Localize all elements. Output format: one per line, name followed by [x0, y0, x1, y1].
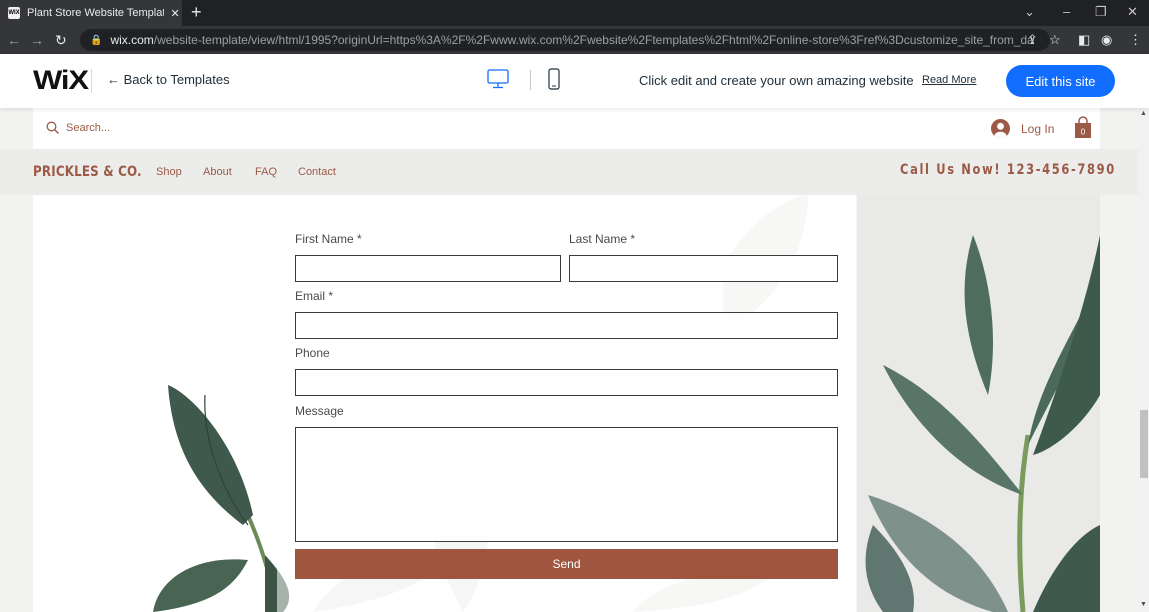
contact-form: First Name * Last Name * Email * Phone M…: [277, 195, 857, 612]
reload-icon[interactable]: ↻: [55, 31, 67, 49]
back-arrow-icon[interactable]: ←: [7, 31, 21, 49]
lock-icon: 🔒: [90, 34, 103, 46]
url-path: /website-template/view/html/1995?originU…: [153, 33, 1034, 47]
window-close-icon[interactable]: ✕: [1127, 4, 1138, 20]
close-icon[interactable]: ✕: [168, 6, 182, 20]
message-textarea[interactable]: [295, 427, 838, 542]
scrollbar-thumb[interactable]: [1140, 410, 1148, 478]
phone-cta: Call Us Now! 123-456-7890: [900, 162, 1116, 178]
bookmark-star-icon[interactable]: ☆: [1049, 32, 1061, 48]
first-name-field[interactable]: [295, 255, 561, 282]
search-icon[interactable]: [46, 121, 60, 135]
cta-text: Click edit and create your own amazing w…: [639, 73, 914, 88]
send-button[interactable]: Send: [295, 549, 838, 579]
search-input[interactable]: Search...: [66, 122, 110, 134]
chevron-down-icon[interactable]: ⌄: [1024, 4, 1035, 20]
brand-logo[interactable]: PRICKLES & CO.: [33, 164, 142, 180]
kebab-menu-icon[interactable]: ⋮: [1129, 32, 1142, 48]
browser-tab-bar: WIX Plant Store Website Template | W ✕ +…: [0, 0, 1149, 26]
site-preview: Search... Log In 0 PRICKLES & CO. Shop A…: [0, 108, 1138, 612]
login-link[interactable]: Log In: [1021, 122, 1054, 136]
nav-link-about[interactable]: About: [203, 166, 232, 178]
url-host: wix.com: [110, 33, 154, 47]
back-to-templates-link[interactable]: ← Back to Templates: [107, 72, 230, 87]
forward-arrow-icon[interactable]: →: [30, 31, 44, 49]
profile-avatar-icon[interactable]: ◉: [1101, 32, 1112, 48]
last-name-label: Last Name *: [569, 232, 636, 246]
email-field[interactable]: [295, 312, 838, 339]
browser-tab[interactable]: WIX Plant Store Website Template | W ✕: [0, 0, 182, 26]
side-panel-icon[interactable]: ◧: [1078, 32, 1090, 48]
browser-address-bar: ← → ↻ 🔒 wix.com /website-template/view/h…: [0, 26, 1149, 54]
scroll-down-arrow-icon[interactable]: ▼: [1140, 601, 1147, 608]
divider: [530, 70, 531, 90]
read-more-link[interactable]: Read More: [922, 74, 976, 86]
site-header-bar: Search... Log In 0: [33, 108, 1100, 149]
share-icon[interactable]: ⇪: [1027, 32, 1038, 48]
desktop-view-icon[interactable]: [487, 69, 509, 89]
phone-field[interactable]: [295, 369, 838, 396]
cart-count: 0: [1081, 128, 1086, 137]
wix-favicon-icon: WIX: [8, 7, 20, 19]
scroll-up-arrow-icon[interactable]: ▲: [1140, 110, 1147, 117]
tab-title: Plant Store Website Template | W: [27, 7, 164, 19]
last-name-field[interactable]: [569, 255, 838, 282]
first-name-label: First Name *: [295, 232, 362, 246]
nav-link-faq[interactable]: FAQ: [255, 166, 277, 178]
site-nav-bar: PRICKLES & CO. Shop About FAQ Contact Ca…: [0, 149, 1138, 195]
phone-label: Phone: [295, 346, 330, 360]
contact-section: First Name * Last Name * Email * Phone M…: [33, 195, 1100, 612]
new-tab-icon[interactable]: +: [191, 2, 202, 22]
shopping-bag-icon[interactable]: 0: [1073, 116, 1093, 139]
scrollbar-track[interactable]: [1138, 108, 1149, 612]
message-label: Message: [295, 404, 344, 418]
edit-this-site-button[interactable]: Edit this site: [1006, 65, 1115, 97]
nav-link-shop[interactable]: Shop: [156, 166, 182, 178]
minimize-icon[interactable]: –: [1063, 4, 1070, 20]
user-avatar-icon[interactable]: [991, 119, 1010, 138]
email-label: Email *: [295, 289, 334, 303]
mobile-view-icon[interactable]: [548, 68, 560, 90]
divider: [91, 69, 92, 93]
restore-icon[interactable]: ❐: [1095, 4, 1107, 20]
wix-preview-bar: WiX ← Back to Templates Click edit and c…: [0, 54, 1149, 108]
url-field[interactable]: 🔒 wix.com /website-template/view/html/19…: [80, 29, 1050, 51]
nav-link-contact[interactable]: Contact: [298, 166, 336, 178]
wix-logo[interactable]: WiX: [33, 65, 89, 96]
